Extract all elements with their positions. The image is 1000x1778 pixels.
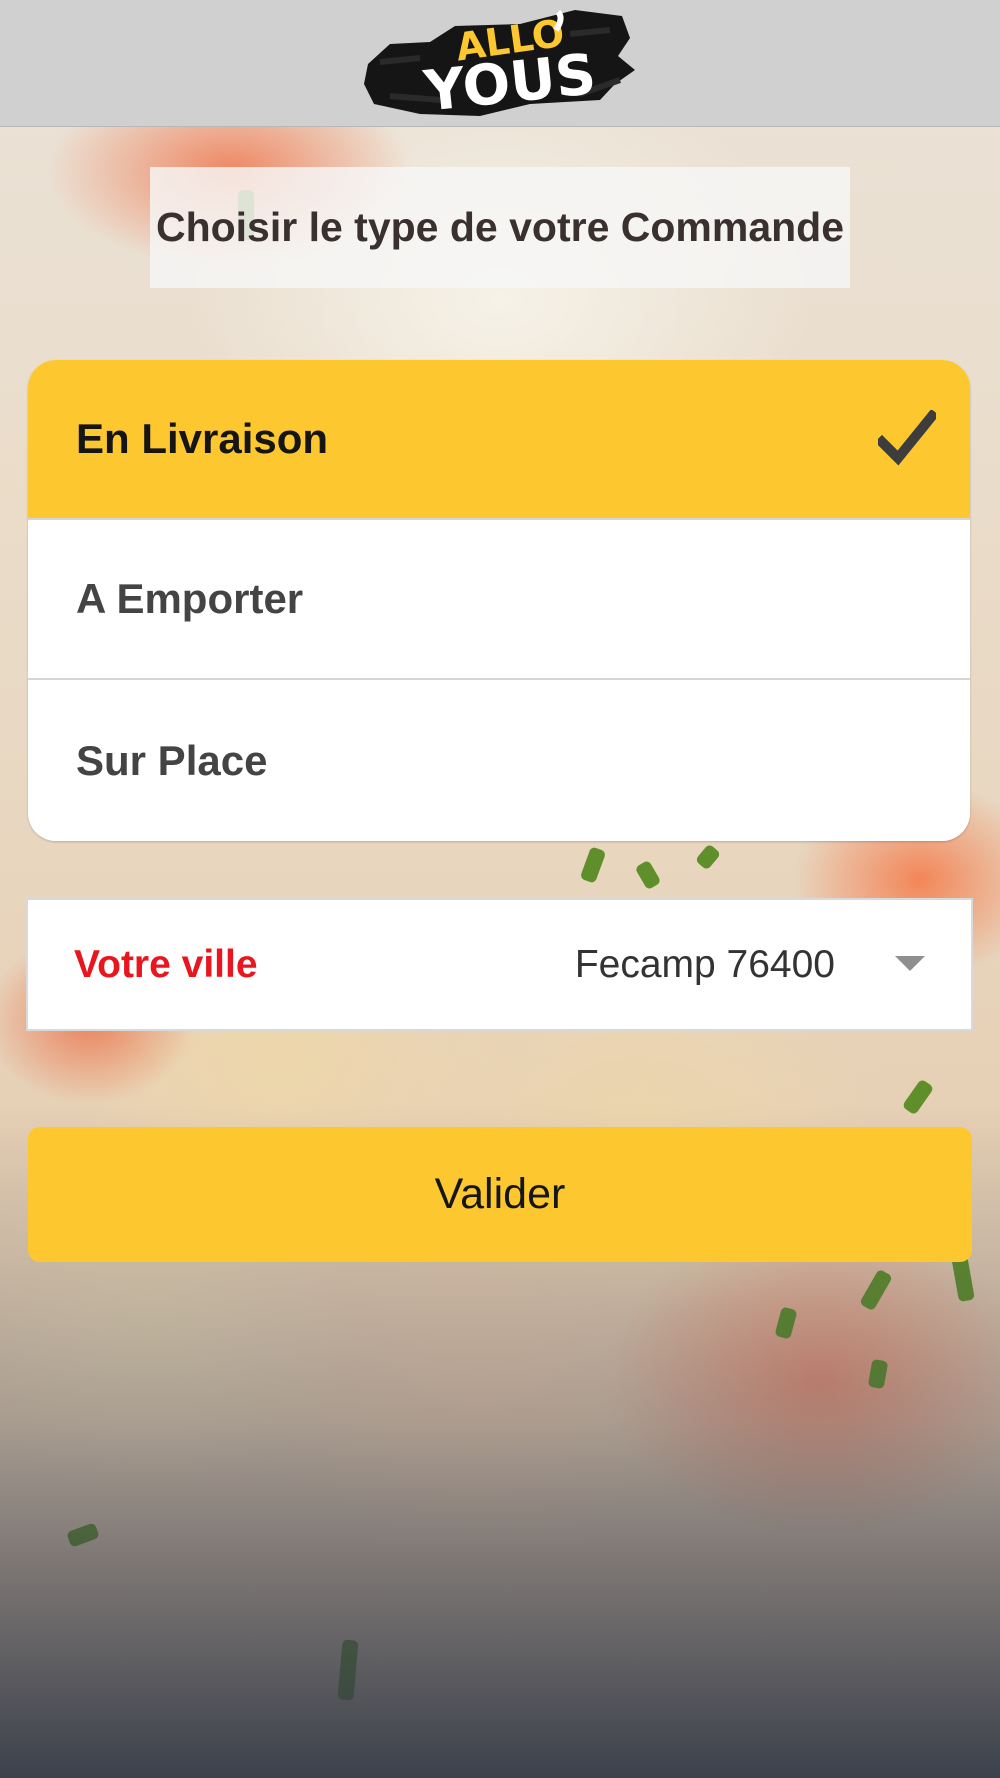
app-header: ALLO YOUS — [0, 0, 1000, 127]
order-type-screen: ALLO YOUS Choisir le type de votre Comma… — [0, 0, 1000, 1778]
page-title-panel: Choisir le type de votre Commande — [150, 167, 850, 288]
validate-button[interactable]: Valider — [28, 1127, 972, 1262]
caret-down-icon — [895, 956, 925, 971]
option-sur-place[interactable]: Sur Place — [28, 680, 970, 841]
option-label: En Livraison — [76, 415, 329, 462]
city-select[interactable]: Votre ville Fecamp 76400 — [26, 898, 973, 1031]
app-logo: ALLO YOUS — [360, 4, 640, 125]
order-type-list: En Livraison A Emporter Sur Place — [28, 360, 970, 841]
city-label: Votre ville — [74, 942, 258, 986]
page-title: Choisir le type de votre Commande — [155, 204, 845, 250]
city-value: Fecamp 76400 — [574, 942, 835, 986]
option-en-livraison[interactable]: En Livraison — [28, 360, 970, 520]
option-label: A Emporter — [76, 575, 304, 622]
check-icon — [874, 408, 940, 468]
option-label: Sur Place — [76, 736, 268, 784]
option-a-emporter[interactable]: A Emporter — [28, 520, 970, 680]
